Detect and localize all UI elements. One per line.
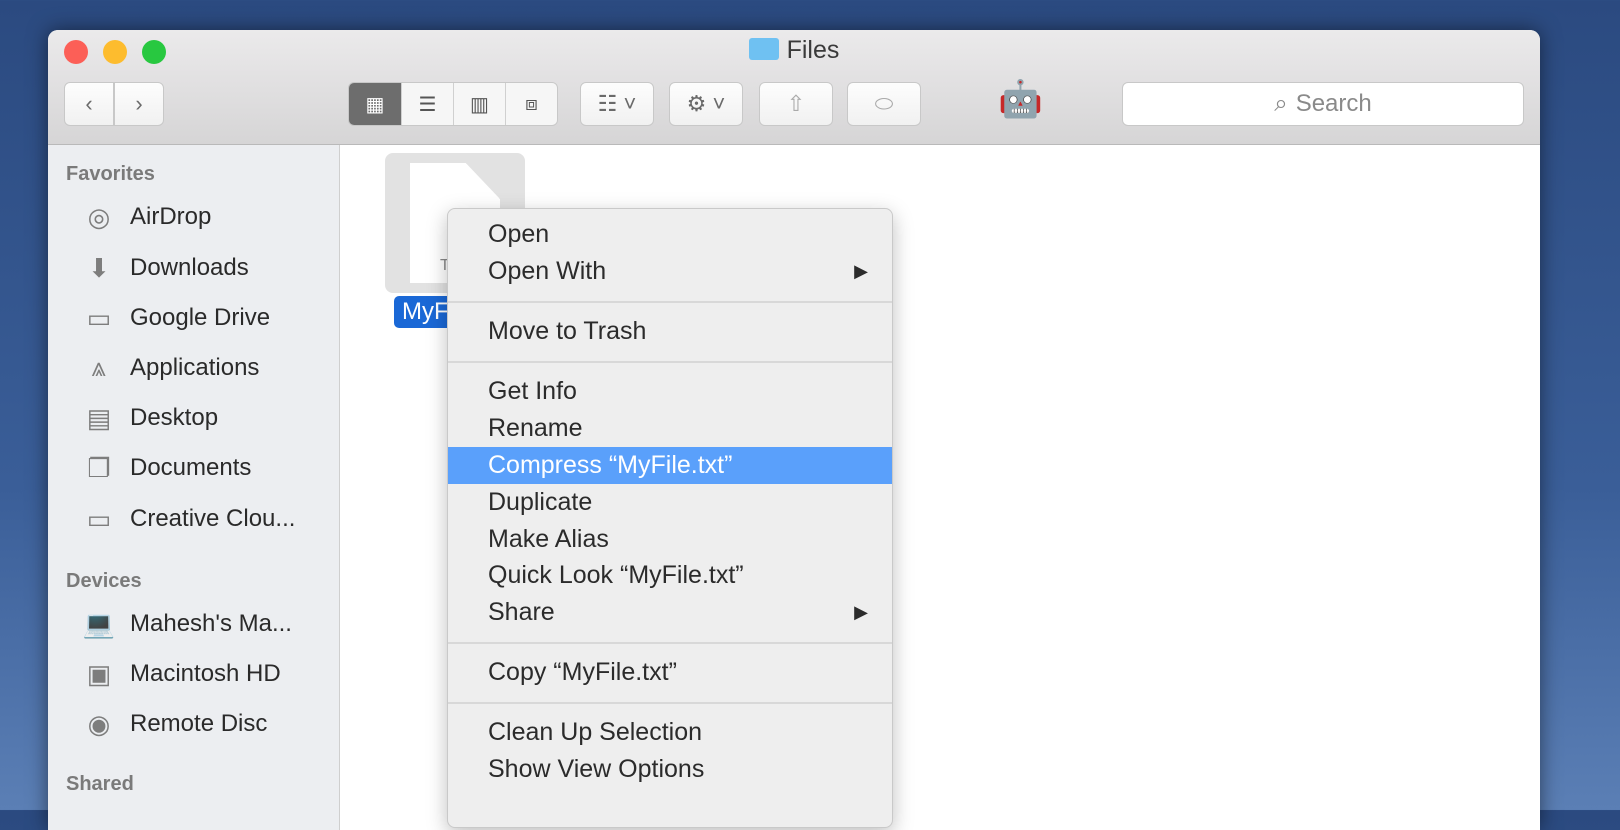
sidebar-item-macintosh-hd[interactable]: ▣ Macintosh HD <box>82 657 281 691</box>
search-field[interactable]: ⌕ Search <box>1122 82 1524 126</box>
desktop-icon: ▤ <box>86 402 112 433</box>
menu-item-get-info[interactable]: Get Info <box>448 373 892 410</box>
tag-icon: ⬭ <box>874 91 894 116</box>
folder-icon: ▭ <box>86 503 112 534</box>
forward-button[interactable]: › <box>114 82 164 126</box>
downloads-icon: ⬇ <box>88 252 110 283</box>
icon-view-button[interactable]: ▦ <box>349 83 401 125</box>
share-icon: ⇧ <box>786 91 806 116</box>
context-menu: Open Open With ▶ Move to Trash Get Info R… <box>447 208 893 828</box>
menu-item-copy[interactable]: Copy “MyFile.txt” <box>448 654 892 691</box>
tag-button[interactable]: ⬭ <box>847 82 921 126</box>
sidebar-item-macbook[interactable]: 💻 Mahesh's Ma... <box>82 607 292 641</box>
menu-item-compress[interactable]: Compress “MyFile.txt” <box>448 447 892 484</box>
sidebar-item-google-drive[interactable]: ▭ Google Drive <box>82 301 270 335</box>
documents-icon: ❐ <box>87 452 111 483</box>
share-button[interactable]: ⇧ <box>759 82 833 126</box>
applications-icon: ⩓ <box>91 352 107 382</box>
sidebar-label: Mahesh's Ma... <box>130 610 292 637</box>
menu-item-show-view-options[interactable]: Show View Options <box>448 751 892 788</box>
laptop-icon: 💻 <box>82 608 116 639</box>
devices-header: Devices <box>66 570 142 592</box>
title-text: Files <box>786 36 840 64</box>
menu-separator <box>448 702 892 704</box>
view-mode-control: ▦ ☰ ▥ ⧈ <box>348 82 558 126</box>
shared-header: Shared <box>66 773 134 795</box>
sidebar-item-remote-disc[interactable]: ◉ Remote Disc <box>82 707 268 741</box>
gear-icon: ⚙ ˅ <box>686 91 726 116</box>
sidebar-label: Remote Disc <box>130 710 268 737</box>
sidebar-item-applications[interactable]: ⩓ Applications <box>82 351 260 385</box>
column-view-button[interactable]: ▥ <box>453 83 505 125</box>
sidebar-label: Documents <box>130 454 252 481</box>
menu-item-share[interactable]: Share ▶ <box>448 594 892 631</box>
menu-label: Open With <box>488 257 607 285</box>
menu-item-clean-up-selection[interactable]: Clean Up Selection <box>448 714 892 751</box>
sidebar-label: Creative Clou... <box>130 505 296 532</box>
menu-separator <box>448 361 892 363</box>
search-placeholder: Search <box>1295 90 1372 117</box>
sidebar-label: Downloads <box>130 254 249 281</box>
sidebar-item-creative-cloud[interactable]: ▭ Creative Clou... <box>82 502 296 536</box>
menu-item-rename[interactable]: Rename <box>448 410 892 447</box>
list-view-button[interactable]: ☰ <box>401 83 453 125</box>
submenu-arrow-icon: ▶ <box>854 602 868 622</box>
sidebar-item-downloads[interactable]: ⬇ Downloads <box>82 251 249 285</box>
sidebar-label: Desktop <box>130 404 219 431</box>
back-button[interactable]: ‹ <box>64 82 114 126</box>
disc-icon: ◉ <box>87 708 111 739</box>
sidebar-item-airdrop[interactable]: ◎ AirDrop <box>82 200 212 234</box>
menu-item-make-alias[interactable]: Make Alias <box>448 521 892 558</box>
menu-item-open[interactable]: Open <box>448 216 892 253</box>
folder-icon <box>748 38 779 60</box>
action-button[interactable]: ⚙ ˅ <box>669 82 743 126</box>
menu-item-duplicate[interactable]: Duplicate <box>448 484 892 521</box>
harddisk-icon: ▣ <box>86 658 112 689</box>
sidebar-item-documents[interactable]: ❐ Documents <box>82 451 251 485</box>
sidebar-item-desktop[interactable]: ▤ Desktop <box>82 401 218 435</box>
airdrop-icon: ◎ <box>87 201 111 232</box>
arrange-button[interactable]: ☷ ˅ <box>580 82 654 126</box>
menu-item-open-with[interactable]: Open With ▶ <box>448 253 892 290</box>
coverflow-view-button[interactable]: ⧈ <box>505 83 557 125</box>
automator-icon[interactable]: 🤖 <box>998 78 1043 120</box>
sidebar: Favorites ◎ AirDrop ⬇ Downloads ▭ Google Dr… <box>48 145 340 830</box>
favorites-header: Favorites <box>66 163 155 185</box>
sidebar-label: AirDrop <box>130 203 212 230</box>
sidebar-label: Applications <box>130 354 260 381</box>
arrange-icon: ☷ ˅ <box>597 91 637 116</box>
submenu-arrow-icon: ▶ <box>854 261 868 281</box>
sidebar-label: Macintosh HD <box>130 660 281 687</box>
title-bar: Files ‹ › ▦ ☰ ▥ ⧈ ☷ ˅ ⚙ ˅ ⇧ ⬭ 🤖 ⌕ Search <box>48 30 1540 145</box>
menu-item-quick-look[interactable]: Quick Look “MyFile.txt” <box>448 557 892 594</box>
menu-label: Share <box>488 598 555 626</box>
menu-separator <box>448 301 892 303</box>
folder-icon: ▭ <box>86 302 112 333</box>
menu-item-move-to-trash[interactable]: Move to Trash <box>448 313 892 350</box>
search-icon: ⌕ <box>1274 90 1288 117</box>
menu-separator <box>448 642 892 644</box>
window-title: Files <box>48 36 1540 65</box>
sidebar-label: Google Drive <box>130 304 271 331</box>
